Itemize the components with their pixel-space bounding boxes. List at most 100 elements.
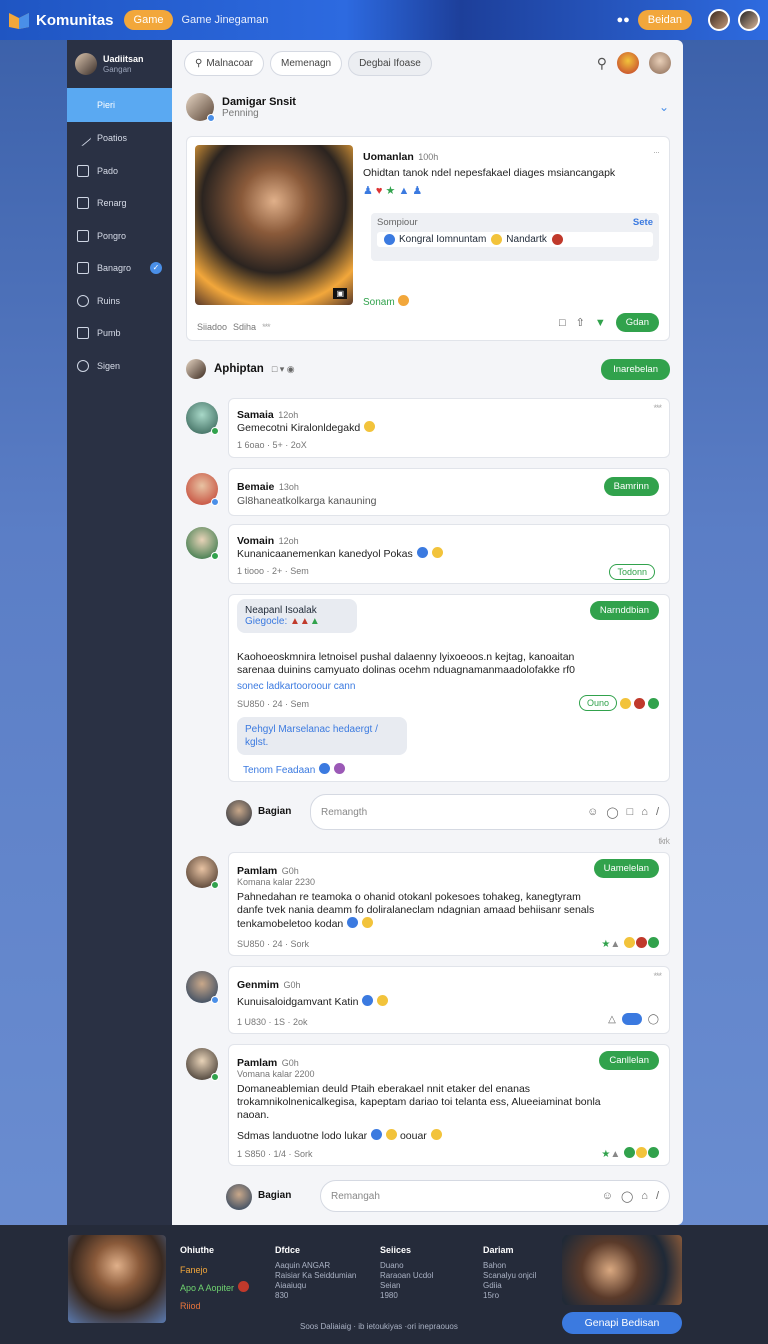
section-button[interactable]: Inarebelan — [601, 358, 670, 380]
comment-stats: 1 6oao · 5+ · 2oX — [237, 440, 307, 450]
brand-logo-icon[interactable] — [8, 10, 30, 30]
comment-icon[interactable]: □ — [559, 317, 566, 329]
sidebar-item-renarg[interactable]: Renarg — [67, 187, 172, 220]
more-options-icon[interactable]: *** — [653, 971, 661, 981]
footer-link[interactable]: Raraoan Ucdol — [380, 1271, 433, 1281]
sidebar-item-pongro[interactable]: Pongro — [67, 220, 172, 253]
sidebar-item-ruins[interactable]: Ruins — [67, 285, 172, 318]
comment-author[interactable]: Genmim — [237, 979, 279, 991]
sidebar-item-pado[interactable]: Pado — [67, 155, 172, 188]
inner-author[interactable]: Uomanlan — [363, 151, 414, 163]
footer-link[interactable]: Raisiar Ka Seiddumian — [275, 1271, 356, 1281]
reply-input[interactable]: Remangth ☺ ◯ □ ⌂ / — [310, 794, 670, 830]
filter-chip-1[interactable]: Memenagn — [270, 50, 343, 76]
comment-button[interactable]: Todonn — [609, 564, 655, 580]
quote-action[interactable]: Sete — [633, 217, 653, 228]
home-icon[interactable]: ⌂ — [641, 1190, 648, 1203]
comment-avatar[interactable] — [186, 971, 219, 1004]
dropdown-icon[interactable]: □ ▾ ◉ — [272, 364, 295, 375]
comment-button[interactable]: Bamrinn — [603, 477, 659, 496]
comment-author[interactable]: Pamlam — [237, 1057, 277, 1069]
sidebar-item-banagro[interactable]: Banagro ✓ — [67, 252, 172, 285]
footer-link[interactable]: Bahon — [483, 1261, 536, 1271]
comment-author[interactable]: Bemaie — [237, 481, 274, 493]
promo-line-1[interactable]: Fanejo — [180, 1261, 249, 1279]
promo-line-2[interactable]: Apo A Aopiter — [180, 1283, 234, 1293]
chevron-down-icon[interactable]: ⌄ — [659, 100, 669, 114]
reply-link[interactable]: sonec ladkartooroour cann — [237, 681, 355, 692]
reply-button[interactable]: Narnddbian — [589, 601, 659, 620]
send-icon[interactable]: / — [656, 806, 659, 819]
footer-link[interactable]: Scanalyu onjcil — [483, 1271, 536, 1281]
share-icon[interactable]: ⇧ — [576, 316, 585, 329]
promo-title: Ohiuthe — [180, 1245, 214, 1255]
brand-name[interactable]: Komunitas — [36, 12, 114, 29]
footer-link[interactable]: Seian — [380, 1281, 433, 1291]
emoji-picker-icon[interactable]: ☺ — [587, 806, 598, 819]
check-icon[interactable]: ◯ — [648, 1014, 659, 1025]
post-hero-image[interactable]: ▣ — [195, 145, 353, 305]
more-options-icon[interactable]: *** — [653, 403, 661, 413]
section-avatar[interactable] — [186, 359, 206, 379]
reply-avatar[interactable] — [226, 1184, 252, 1210]
footer-link[interactable]: 830 — [275, 1291, 356, 1301]
attach-icon[interactable]: ◯ — [621, 1190, 633, 1203]
more-options-icon[interactable]: ··· — [653, 147, 660, 157]
reply-button-2[interactable]: Ouno — [578, 695, 617, 711]
footer-link[interactable]: 1980 — [380, 1291, 433, 1301]
footer-cta-button[interactable]: Genapi Bedisan — [562, 1312, 682, 1334]
promo-line-3[interactable]: Riiod — [180, 1297, 249, 1315]
more-icon[interactable]: *** — [262, 322, 270, 332]
comment-avatar[interactable] — [186, 856, 219, 889]
footer-link[interactable]: Gdiia — [483, 1281, 536, 1291]
main-panel: ⚲ Malnacoar Memenagn Degbai Ifoase ⚲ Dam… — [172, 40, 683, 1225]
user-avatar[interactable] — [708, 9, 730, 31]
comment-author[interactable]: Samaia — [237, 409, 274, 421]
comment-time: 12oh — [278, 536, 299, 546]
promo-image[interactable] — [68, 1235, 166, 1323]
emoji-picker-icon[interactable]: ☺ — [602, 1190, 613, 1203]
footer-link[interactable]: 15ro — [483, 1291, 536, 1301]
reply-avatar[interactable] — [226, 800, 252, 826]
shield-icon[interactable]: ▼ — [595, 317, 606, 329]
triangle-icon[interactable]: △ — [608, 1014, 616, 1025]
footer-link[interactable]: Aiaaiuqu — [275, 1281, 356, 1291]
post-action-button[interactable]: Gdan — [615, 313, 659, 332]
sidebar-item-pumb[interactable]: Pumb — [67, 317, 172, 350]
notification-icon[interactable]: ●● — [616, 14, 629, 26]
comment-avatar[interactable] — [186, 473, 219, 506]
comment-author[interactable]: Pamlam — [237, 865, 277, 877]
file-icon[interactable]: □ — [627, 806, 634, 819]
game-pill[interactable]: Game — [123, 10, 174, 30]
send-icon[interactable]: / — [656, 1190, 659, 1203]
top-action-button[interactable]: Beidan — [637, 10, 692, 30]
sidebar-item-sigen[interactable]: Sigen — [67, 350, 172, 383]
post-author-name[interactable]: Damigar Snsit — [222, 96, 296, 108]
search-input[interactable]: ⚲ Malnacoar — [184, 50, 265, 76]
home-icon[interactable]: ⌂ — [641, 806, 648, 819]
top-link[interactable]: Game Jinegaman — [181, 14, 268, 26]
reply-author[interactable]: Neapanl Isoalak — [245, 605, 349, 616]
user-avatar[interactable] — [617, 52, 639, 74]
user-avatar-2[interactable] — [649, 52, 671, 74]
comment-avatar[interactable] — [186, 527, 219, 560]
footer-link[interactable]: Duano — [380, 1261, 433, 1271]
post-author-avatar[interactable] — [186, 93, 215, 122]
sidebar-item-posts[interactable]: Poatios — [67, 122, 172, 155]
toggle-icon[interactable] — [621, 1013, 642, 1025]
sidebar-item-home[interactable]: Pieri — [67, 88, 172, 122]
reply-input[interactable]: Remangah ☺ ◯ ⌂ / — [320, 1180, 670, 1212]
attach-icon[interactable]: ◯ — [606, 806, 618, 819]
search-icon[interactable]: ⚲ — [597, 55, 607, 72]
footer-promo-image[interactable] — [562, 1235, 682, 1305]
comment-avatar[interactable] — [186, 1048, 219, 1081]
comment-button[interactable]: Uamelelan — [593, 859, 659, 878]
user-avatar-2[interactable] — [738, 9, 760, 31]
comment-button[interactable]: Canllelan — [599, 1051, 659, 1070]
comment-avatar[interactable] — [186, 402, 219, 435]
comment-author[interactable]: Vomain — [237, 535, 274, 547]
reply-foot[interactable]: Tenom Feadaan — [243, 765, 315, 776]
filter-chip-2[interactable]: Degbai Ifoase — [348, 50, 432, 76]
sidebar-profile[interactable]: Uadiitsan Gangan — [67, 40, 172, 88]
footer-link[interactable]: Aaquin ANGAR — [275, 1261, 356, 1271]
